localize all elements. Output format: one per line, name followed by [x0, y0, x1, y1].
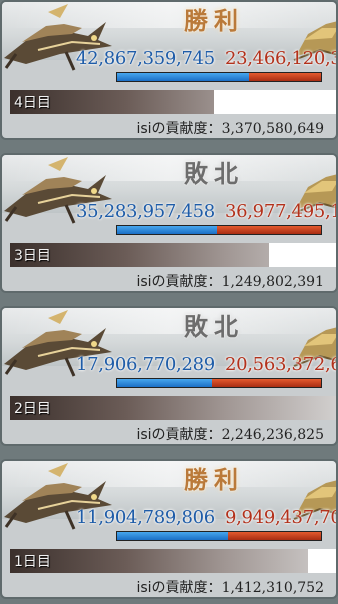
our-score: 35,283,957,458 [76, 201, 215, 222]
enemy-score: 20,563,372,6 [224, 354, 338, 375]
contribution-label: isiの貢献度： [136, 580, 222, 596]
contribution-label: isiの貢献度： [136, 427, 222, 443]
battle-result-card[interactable]: 敗北 17,906,770,289 20,563,372,6 2日目 isiの貢献… [0, 306, 338, 446]
enemy-ratio-fill [228, 532, 321, 540]
battle-history-list: 勝利 42,867,359,745 23,466,120,3 4日目 isiの貢献… [0, 0, 338, 604]
score-line: 42,867,359,745 23,466,120,3 [76, 48, 338, 70]
enemy-score: 36,977,495,1 [224, 201, 338, 222]
battle-result-title: 敗北 [184, 312, 244, 341]
day-label: 2日目 [14, 401, 51, 417]
enemy-ratio-fill [217, 226, 321, 234]
day-label: 4日目 [14, 95, 51, 111]
day-strip: 4日目 [10, 90, 336, 114]
contribution-value: 3,370,580,649 [221, 121, 324, 137]
battle-result-title: 勝利 [184, 465, 244, 494]
enemy-ratio-fill [249, 73, 321, 81]
battle-result-card[interactable]: 敗北 35,283,957,458 36,977,495,1 3日目 isiの貢献… [0, 153, 338, 293]
our-score: 17,906,770,289 [76, 354, 215, 375]
contribution-value: 2,246,236,825 [221, 427, 324, 443]
day-progress-blank [308, 549, 336, 573]
day-label: 1日目 [14, 554, 51, 570]
score-line: 35,283,957,458 36,977,495,1 [76, 201, 338, 223]
day-label: 3日目 [14, 248, 51, 264]
score-ratio-bar [116, 378, 322, 388]
our-ratio-fill [117, 73, 249, 81]
score-ratio-bar [116, 531, 322, 541]
enemy-score: 9,949,437,70 [224, 507, 338, 528]
battle-result-title: 勝利 [184, 6, 244, 35]
our-ratio-fill [117, 379, 212, 387]
contribution-label: isiの貢献度： [136, 121, 222, 137]
enemy-ratio-fill [212, 379, 321, 387]
day-strip: 1日目 [10, 549, 336, 573]
contribution-line: isiの貢献度：2,246,236,825 [136, 424, 324, 444]
contribution-line: isiの貢献度：3,370,580,649 [136, 118, 324, 138]
battle-result-card[interactable]: 勝利 42,867,359,745 23,466,120,3 4日目 isiの貢献… [0, 0, 338, 140]
score-line: 17,906,770,289 20,563,372,6 [76, 354, 338, 376]
our-ratio-fill [117, 532, 228, 540]
contribution-value: 1,412,310,752 [221, 580, 324, 596]
contribution-line: isiの貢献度：1,249,802,391 [136, 271, 324, 291]
contribution-value: 1,249,802,391 [221, 274, 324, 290]
day-strip: 2日目 [10, 396, 336, 420]
battle-result-title: 敗北 [184, 159, 244, 188]
day-progress-blank [214, 90, 336, 114]
our-ratio-fill [117, 226, 217, 234]
enemy-score: 23,466,120,3 [224, 48, 338, 69]
score-ratio-bar [116, 225, 322, 235]
score-line: 11,904,789,806 9,949,437,70 [76, 507, 338, 529]
score-ratio-bar [116, 72, 322, 82]
battle-result-card[interactable]: 勝利 11,904,789,806 9,949,437,70 1日目 isiの貢献… [0, 459, 338, 599]
contribution-line: isiの貢献度：1,412,310,752 [136, 577, 324, 597]
contribution-label: isiの貢献度： [136, 274, 222, 290]
our-score: 42,867,359,745 [76, 48, 215, 69]
day-strip: 3日目 [10, 243, 336, 267]
day-progress-blank [269, 243, 336, 267]
our-score: 11,904,789,806 [76, 507, 215, 528]
